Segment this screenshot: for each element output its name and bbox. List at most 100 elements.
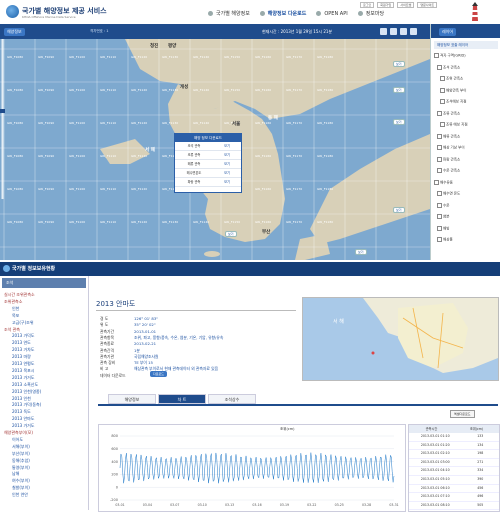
map-marker-button[interactable]: 보기: [393, 119, 405, 125]
station-map[interactable]: 서 해: [302, 297, 499, 381]
layer-item[interactable]: 조류 예보 지점: [440, 122, 468, 128]
layer-checkbox[interactable]: [437, 64, 442, 70]
layer-checkbox[interactable]: [437, 191, 442, 196]
tree-item[interactable]: 2013 연도: [12, 340, 31, 346]
map-marker-button[interactable]: 보기: [393, 87, 405, 93]
tree-item[interactable]: 2013 인천(영종): [12, 389, 41, 395]
layer-checkbox[interactable]: [437, 225, 442, 231]
map-tab[interactable]: 해양정보: [4, 28, 25, 36]
fullscreen-icon[interactable]: [410, 28, 417, 35]
layer-item[interactable]: 해상 기상 부이: [437, 145, 465, 151]
layer-item[interactable]: 조석예보 지점: [440, 99, 466, 105]
layer-item[interactable]: 염분: [437, 214, 449, 220]
layer-item[interactable]: 해수면 온도: [437, 191, 460, 197]
table-row[interactable]: 2013-03-01 06:10 456: [409, 485, 499, 494]
excel-download-button[interactable]: 엑셀다운로드: [450, 410, 475, 418]
layer-checkbox[interactable]: [437, 110, 442, 116]
layer-item[interactable]: 조류 관측소: [437, 110, 460, 117]
tree-item[interactable]: 2013 연평도: [12, 361, 35, 367]
popup-view-link[interactable]: 보기: [213, 151, 241, 159]
tree-item[interactable]: 2013 거차도: [12, 347, 35, 353]
tree-category[interactable]: 조석 관측: [4, 327, 20, 333]
layer-checkbox[interactable]: [437, 214, 442, 219]
tree-category[interactable]: 조위관측소: [4, 299, 22, 305]
layer-checkbox[interactable]: [437, 145, 442, 150]
table-row[interactable]: 2013-03-01 02:10 198: [409, 450, 499, 459]
tree-item[interactable]: 이어도: [12, 437, 23, 443]
tree-item[interactable]: 2013 목포시: [12, 368, 35, 374]
nav-item-1[interactable]: 해양정보 다운로드: [259, 10, 306, 17]
print-icon[interactable]: [400, 28, 407, 35]
layer-checkbox[interactable]: [440, 76, 445, 81]
layer-item[interactable]: 수온: [437, 202, 449, 209]
table-row[interactable]: 2013-03-01 04:10 334: [409, 467, 499, 476]
tree-item[interactable]: 여수(부이): [12, 478, 30, 484]
table-row[interactable]: 2013-03-01 01:10 133: [409, 433, 499, 442]
layer-item[interactable]: 파랑 관측소: [437, 156, 460, 163]
layer-checkbox[interactable]: [434, 179, 439, 185]
nav-item-2[interactable]: OPEN API: [316, 10, 348, 17]
tree-item[interactable]: 2013 소흑산도: [12, 382, 38, 388]
tree-item[interactable]: 칠발(부이): [12, 485, 30, 491]
layer-checkbox[interactable]: [440, 99, 445, 104]
tree-category[interactable]: 실시간 조위관측소: [4, 292, 35, 298]
tree-item[interactable]: 서해(부이): [12, 444, 30, 450]
layer-checkbox[interactable]: [437, 156, 442, 162]
table-row[interactable]: 2013-03-01 01:20 134: [409, 442, 499, 451]
zoom-in-icon[interactable]: [380, 28, 387, 35]
layer-item[interactable]: 해류 관측소: [437, 133, 460, 140]
layer-checkbox[interactable]: [434, 53, 439, 58]
map-marker-button[interactable]: 보기: [225, 231, 237, 237]
layer-item[interactable]: 조위 관측소: [440, 76, 463, 82]
layer-item[interactable]: 해수유동: [434, 179, 453, 186]
tree-category[interactable]: 해양관측부이(모): [4, 430, 33, 436]
tree-item[interactable]: 2013 가덕(동측): [12, 402, 41, 408]
popup-view-link[interactable]: 보기: [213, 169, 241, 177]
layer-checkbox[interactable]: [437, 133, 442, 139]
layer-item[interactable]: 수온 관측소: [437, 168, 460, 174]
tree-item[interactable]: 2013 인천: [12, 396, 31, 402]
layer-item[interactable]: 해상풍: [437, 237, 453, 243]
map-canvas[interactable]: GRI_F1080 GRI_F1090 GRI_F1100 GRI_F1110 GRI_…: [0, 39, 430, 260]
layer-panel-title[interactable]: 레이어: [439, 28, 457, 36]
map-marker-button[interactable]: 보기: [355, 249, 367, 255]
map-marker-button[interactable]: 보기: [393, 61, 405, 67]
tree-item[interactable]: 목포: [12, 313, 19, 319]
utility-link[interactable]: 영문사이트: [417, 2, 438, 8]
utility-link[interactable]: 사이트맵: [397, 2, 415, 8]
nav-item-0[interactable]: 국가별 해양정보: [208, 10, 250, 17]
table-row[interactable]: 2013-03-01 03:00 271: [409, 459, 499, 468]
tree-item[interactable]: 2013 가덕도: [12, 333, 35, 339]
layer-checkbox[interactable]: [437, 168, 442, 173]
tree-item[interactable]: 2013 가거도: [12, 423, 35, 429]
layer-checkbox[interactable]: [437, 202, 442, 208]
tab-1[interactable]: 차 트: [158, 394, 206, 404]
tab-0[interactable]: 해양정보: [108, 394, 156, 404]
layer-checkbox[interactable]: [437, 237, 442, 242]
popup-view-link[interactable]: 보기: [213, 142, 241, 150]
table-row[interactable]: 2013-03-01 05:10 390: [409, 476, 499, 485]
layer-item[interactable]: 격자 구역(GRID): [434, 53, 466, 59]
nav-item-3[interactable]: 정보마당: [357, 10, 384, 17]
map-marker-button[interactable]: 보기: [393, 207, 405, 213]
tree-item[interactable]: 인천: [12, 306, 19, 312]
tab-2[interactable]: 조석상수: [208, 394, 256, 404]
layer-checkbox[interactable]: [440, 122, 445, 127]
layer-item[interactable]: 해빙: [437, 225, 449, 232]
table-row[interactable]: 2013-03-01 07:10 496: [409, 493, 499, 502]
zoom-out-icon[interactable]: [390, 28, 397, 35]
tree-item[interactable]: 2013 가거도: [12, 375, 35, 381]
zoom-slider[interactable]: [0, 39, 5, 199]
table-row[interactable]: 2013-03-01 08:10 505: [409, 502, 499, 511]
layer-checkbox[interactable]: [440, 87, 445, 93]
tree-item[interactable]: 2013 독도: [12, 409, 31, 415]
tree-item[interactable]: 부산(부이): [12, 451, 30, 457]
tree-item[interactable]: 고금(구)조위: [12, 320, 34, 326]
tree-item[interactable]: 2013 안마도: [12, 416, 35, 422]
tree-item[interactable]: 통영(부이): [12, 465, 30, 471]
tree-item[interactable]: 동해(추암): [12, 458, 30, 464]
download-button[interactable]: 다운로드: [150, 371, 168, 377]
tree-item[interactable]: 2013 마량: [12, 354, 31, 360]
popup-view-link[interactable]: 보기: [213, 178, 241, 186]
tree-item[interactable]: 남해: [12, 471, 19, 477]
